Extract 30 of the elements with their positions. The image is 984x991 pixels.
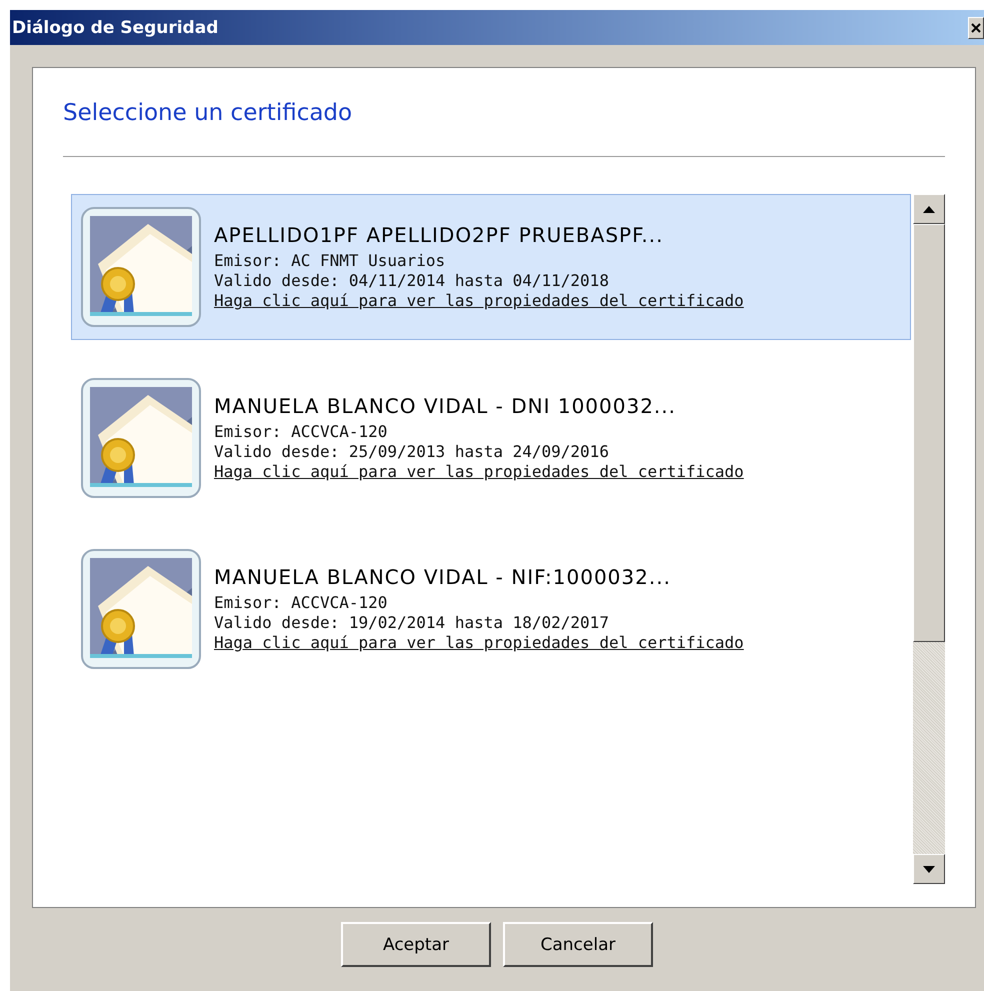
certificate-icon <box>78 546 204 672</box>
scroll-thumb[interactable] <box>913 224 945 642</box>
accept-button[interactable]: Aceptar <box>341 922 491 967</box>
cancel-button[interactable]: Cancelar <box>503 922 653 967</box>
up-arrow-icon <box>923 206 935 212</box>
scroll-up-button[interactable] <box>913 194 945 224</box>
close-icon <box>970 22 982 34</box>
certificate-name: APELLIDO1PF APELLIDO2PF PRUEBASPF... <box>214 223 664 247</box>
certificate-name: MANUELA BLANCO VIDAL - DNI 1000032... <box>214 394 677 418</box>
certificate-icon <box>78 375 204 501</box>
scrollbar[interactable] <box>913 194 945 884</box>
properties-link[interactable]: Haga clic aquí para ver las propiedades del certificado <box>214 633 744 653</box>
certificate-issuer: Emisor: ACCVCA-120 <box>214 422 388 442</box>
scroll-down-button[interactable] <box>913 854 945 884</box>
certificate-name: MANUELA BLANCO VIDAL - NIF:1000032... <box>214 565 672 589</box>
certificate-item[interactable]: APELLIDO1PF APELLIDO2PF PRUEBASPF... Emisor: AC FNMT Usuarios Valido desde: 04/11/2014 hasta 04/11/2018 Haga clic aquí para ver las propiedades del certificado <box>71 194 911 340</box>
certificate-issuer: Emisor: ACCVCA-120 <box>214 593 388 613</box>
certificate-item[interactable]: MANUELA BLANCO VIDAL - NIF:1000032... Emisor: ACCVCA-120 Valido desde: 19/02/2014 hasta 18/02/2017 Haga clic aquí para ver las propiedades del certificado <box>71 536 911 682</box>
window-title: Diálogo de Seguridad <box>11 18 218 38</box>
certificate-icon <box>78 204 204 330</box>
certificate-validity: Valido desde: 04/11/2014 hasta 04/11/2018 <box>214 271 610 291</box>
certificate-issuer: Emisor: AC FNMT Usuarios <box>214 251 446 271</box>
properties-link[interactable]: Haga clic aquí para ver las propiedades del certificado <box>214 462 744 482</box>
certificate-item[interactable]: MANUELA BLANCO VIDAL - DNI 1000032... Emisor: ACCVCA-120 Valido desde: 25/09/2013 hasta 24/09/2016 Haga clic aquí para ver las propiedades del certificado <box>71 365 911 511</box>
certificate-validity: Valido desde: 25/09/2013 hasta 24/09/2016 <box>214 442 610 462</box>
dialog-heading: Seleccione un certificado <box>63 100 354 128</box>
down-arrow-icon <box>923 866 935 872</box>
properties-link[interactable]: Haga clic aquí para ver las propiedades del certificado <box>214 291 744 311</box>
close-button[interactable] <box>968 16 984 38</box>
certificate-validity: Valido desde: 19/02/2014 hasta 18/02/2017 <box>214 613 610 633</box>
